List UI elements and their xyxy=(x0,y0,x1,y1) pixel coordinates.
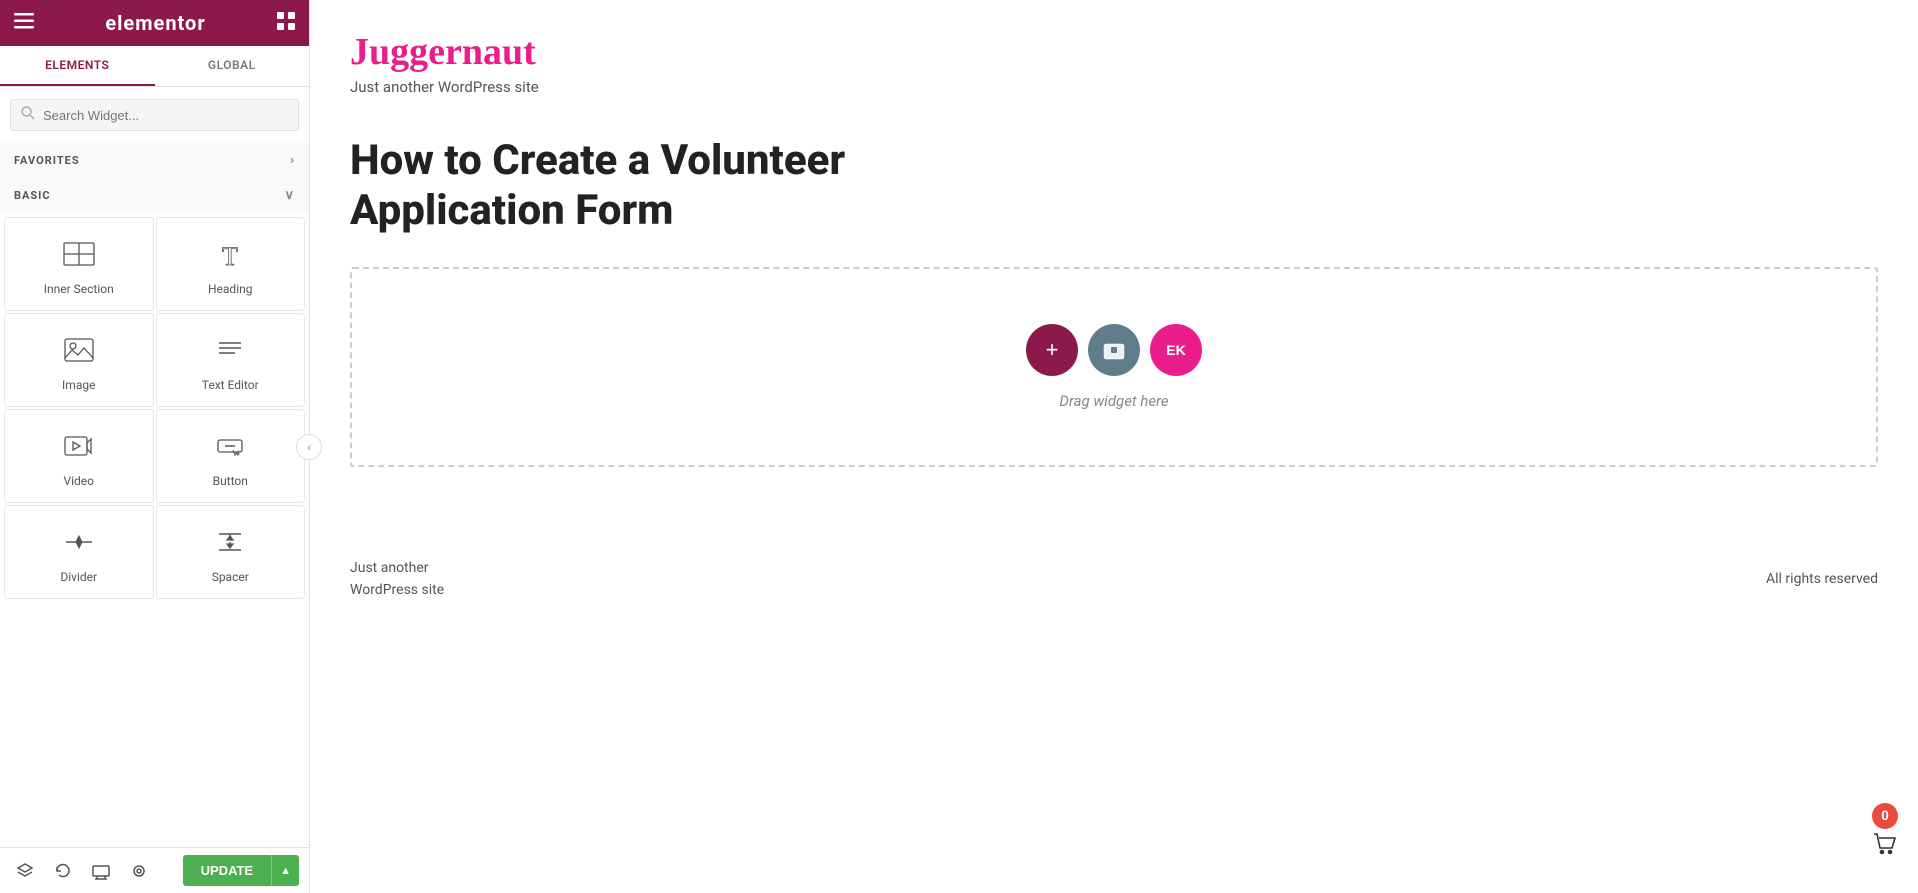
left-panel: elementor ELEMENTS GLOBAL FAVORITES › BA… xyxy=(0,0,310,893)
divider-icon xyxy=(61,524,97,560)
inner-section-icon xyxy=(61,236,97,272)
widget-video[interactable]: Video xyxy=(4,409,154,503)
spacer-label: Spacer xyxy=(212,570,249,584)
widget-divider[interactable]: Divider xyxy=(4,505,154,599)
page-title: How to Create a Volunteer Application Fo… xyxy=(310,116,1070,267)
image-icon xyxy=(61,332,97,368)
spacer-icon xyxy=(212,524,248,560)
text-editor-icon xyxy=(212,332,248,368)
drop-zone[interactable]: + EK Drag widget here xyxy=(350,267,1878,467)
footer-right: All rights reserved xyxy=(1766,571,1878,587)
favorites-chevron: › xyxy=(290,153,295,168)
site-preview: Juggernaut Just another WordPress site H… xyxy=(310,0,1918,893)
hamburger-icon[interactable] xyxy=(14,13,34,34)
widget-inner-section[interactable]: Inner Section xyxy=(4,217,154,311)
folder-button[interactable] xyxy=(1088,324,1140,376)
responsive-icon-btn[interactable] xyxy=(86,856,116,886)
main-area: Juggernaut Just another WordPress site H… xyxy=(310,0,1918,893)
footer-left: Just another WordPress site xyxy=(350,557,444,602)
grid-icon[interactable] xyxy=(277,12,295,35)
elementor-logo: elementor xyxy=(105,11,205,35)
favorites-label: FAVORITES xyxy=(14,154,80,167)
widget-button[interactable]: Button xyxy=(156,409,306,503)
search-icon xyxy=(21,106,35,124)
preview-icon-btn[interactable] xyxy=(124,856,154,886)
add-widget-button[interactable]: + xyxy=(1026,324,1078,376)
tab-global[interactable]: GLOBAL xyxy=(155,46,310,86)
site-footer: Just another WordPress site All rights r… xyxy=(310,527,1918,632)
heading-label: Heading xyxy=(208,282,253,296)
widget-text-editor[interactable]: Text Editor xyxy=(156,313,306,407)
tab-elements[interactable]: ELEMENTS xyxy=(0,46,155,86)
cart-badge[interactable]: 0 xyxy=(1872,803,1898,863)
update-button[interactable]: UPDATE xyxy=(183,855,271,886)
cart-count: 0 xyxy=(1872,803,1898,829)
site-tagline: Just another WordPress site xyxy=(350,78,1878,96)
svg-text:T: T xyxy=(222,242,238,271)
image-label: Image xyxy=(62,378,95,392)
collapse-panel-button[interactable]: ‹ xyxy=(296,434,322,460)
footer-left-line1: Just another xyxy=(350,557,444,579)
inner-section-label: Inner Section xyxy=(44,282,114,296)
basic-chevron: ∨ xyxy=(284,188,295,203)
drag-widget-text: Drag widget here xyxy=(1059,392,1168,410)
basic-label: BASIC xyxy=(14,189,51,202)
text-editor-label: Text Editor xyxy=(202,378,259,392)
widget-grid: Inner Section T Heading xyxy=(0,213,309,603)
layers-icon-btn[interactable] xyxy=(10,856,40,886)
panel-tabs: ELEMENTS GLOBAL xyxy=(0,46,309,87)
ek-button[interactable]: EK xyxy=(1150,324,1202,376)
section-favorites[interactable]: FAVORITES › xyxy=(0,143,309,178)
panel-header: elementor xyxy=(0,0,309,46)
button-icon xyxy=(212,428,248,464)
drop-buttons: + EK xyxy=(1026,324,1202,376)
history-icon-btn[interactable] xyxy=(48,856,78,886)
heading-icon: T xyxy=(212,236,248,272)
button-label: Button xyxy=(213,474,248,488)
widget-heading[interactable]: T Heading xyxy=(156,217,306,311)
widget-spacer[interactable]: Spacer xyxy=(156,505,306,599)
cart-icon[interactable] xyxy=(1872,831,1898,863)
video-icon xyxy=(61,428,97,464)
site-header: Juggernaut Just another WordPress site xyxy=(310,0,1918,116)
search-input-wrapper xyxy=(10,99,299,131)
video-label: Video xyxy=(63,474,94,488)
search-container xyxy=(0,87,309,143)
section-basic[interactable]: BASIC ∨ xyxy=(0,178,309,213)
divider-label: Divider xyxy=(60,570,97,584)
search-input[interactable] xyxy=(43,108,288,123)
widget-image[interactable]: Image xyxy=(4,313,154,407)
bottom-toolbar: UPDATE ▲ xyxy=(0,847,309,893)
footer-left-line2: WordPress site xyxy=(350,579,444,601)
site-logo: Juggernaut xyxy=(350,30,1878,74)
update-arrow-button[interactable]: ▲ xyxy=(271,855,299,886)
update-group: UPDATE ▲ xyxy=(183,855,299,886)
panel-scroll: FAVORITES › BASIC ∨ Inner Section xyxy=(0,143,309,893)
